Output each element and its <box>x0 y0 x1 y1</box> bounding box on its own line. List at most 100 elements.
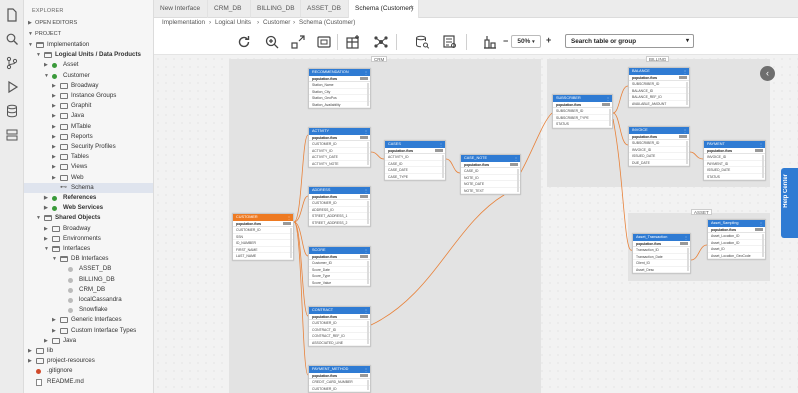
tree-item-shared-objects[interactable]: ▼ Shared Objects <box>24 213 153 223</box>
population-flow-row[interactable]: population.flow <box>309 194 370 200</box>
align-icon[interactable] <box>482 34 498 50</box>
table-header[interactable]: CONTRACT ⋮ <box>309 307 370 314</box>
breadcrumb-item[interactable]: Implementation <box>162 18 205 28</box>
search-icon[interactable] <box>5 32 19 46</box>
more-options-icon[interactable]: ⋮ <box>514 155 518 162</box>
more-options-icon[interactable]: ⋮ <box>683 68 687 75</box>
tree-item-readme-md[interactable]: README.md <box>24 377 153 387</box>
tree-item-broadway[interactable]: ▶ Broadway <box>24 81 153 91</box>
table-scrollbar[interactable] <box>686 82 688 105</box>
table-header[interactable]: Asset_Transaction ⋮ <box>633 234 690 241</box>
relationship-link[interactable] <box>370 151 385 160</box>
toggle-icons[interactable] <box>755 149 763 152</box>
more-options-icon[interactable]: ⋮ <box>683 127 687 134</box>
chevron-right-icon[interactable]: ▶ <box>52 326 56 336</box>
toggle-icons[interactable] <box>680 242 688 245</box>
table-field[interactable]: STATUS <box>704 174 765 180</box>
toggle-icons[interactable] <box>679 76 687 79</box>
chevron-down-icon[interactable]: ▼ <box>28 40 33 50</box>
graph-icon[interactable] <box>373 34 389 50</box>
population-flow-row[interactable]: population.flow <box>708 227 765 233</box>
more-options-icon[interactable]: ⋮ <box>364 187 368 194</box>
tree-item-asset-db[interactable]: ASSET_DB <box>24 264 153 274</box>
table-scrollbar[interactable] <box>762 234 764 257</box>
tab-new-interface[interactable]: New Interface <box>154 0 208 18</box>
table-scrollbar[interactable] <box>367 201 369 224</box>
more-options-icon[interactable]: ⋮ <box>439 141 443 148</box>
relationship-link[interactable] <box>612 112 629 146</box>
table-field[interactable]: ACTIVITY_NOTE <box>309 161 370 167</box>
table-header[interactable]: Asset_Sampling ⋮ <box>708 220 765 227</box>
population-flow-row[interactable]: population.flow <box>309 254 370 260</box>
table-scrollbar[interactable] <box>367 380 369 390</box>
table-scrollbar[interactable] <box>609 109 611 126</box>
tree-item-localcassandra[interactable]: localCassandra <box>24 295 153 305</box>
population-flow-row[interactable]: population.flow <box>461 162 520 168</box>
population-flow-row[interactable]: population.flow <box>309 373 370 379</box>
population-flow-row[interactable]: population.flow <box>553 102 612 108</box>
tree-item-logical-units-data-products[interactable]: ▼ Logical Units / Data Products <box>24 50 153 60</box>
table-scrollbar[interactable] <box>367 321 369 344</box>
table-balance[interactable]: BALANCE ⋮ population.flow SUBSCRIBER_ID BALA… <box>628 67 690 108</box>
population-flow-row[interactable]: population.flow <box>385 148 445 154</box>
table-scrollbar[interactable] <box>290 228 292 258</box>
database-query-icon[interactable] <box>414 34 430 50</box>
population-flow-row[interactable]: population.flow <box>309 76 370 82</box>
tab-billing-db[interactable]: BILLING_DB <box>251 0 301 18</box>
table-header[interactable]: CASE_NOTE ⋮ <box>461 155 520 162</box>
add-table-icon[interactable] <box>345 34 361 50</box>
collapse-panel-button[interactable]: ‹ <box>760 66 775 81</box>
more-options-icon[interactable]: ⋮ <box>606 95 610 102</box>
tree-item-web-services[interactable]: ▶ Web Services <box>24 203 153 213</box>
close-icon[interactable]: × <box>410 0 414 18</box>
run-debug-icon[interactable] <box>5 80 19 94</box>
table-score[interactable]: SCORE ⋮ population.flow Customer_ID Score_Da… <box>308 246 371 287</box>
table-asset-transaction[interactable]: Asset_Transaction ⋮ population.flow Transac… <box>632 233 691 274</box>
search-table-or-group-select[interactable]: Search table or group ▾ <box>565 34 694 48</box>
tree-item-billing-db[interactable]: BILLING_DB <box>24 275 153 285</box>
population-flow-row[interactable]: population.flow <box>309 135 370 141</box>
table-recommendation[interactable]: RECOMMENDATION ⋮ population.flow Station_Na… <box>308 68 371 109</box>
tree-item-references[interactable]: ▶ References <box>24 193 153 203</box>
tab-crm-db[interactable]: CRM_DB <box>208 0 251 18</box>
more-options-icon[interactable]: ⋮ <box>364 128 368 135</box>
tree-item-customer[interactable]: ▼ Customer <box>24 71 153 81</box>
table-activity[interactable]: ACTIVITY ⋮ population.flow CUSTOMER_ID ACTIV… <box>308 127 371 168</box>
relationship-link[interactable] <box>293 195 309 223</box>
chevron-right-icon[interactable]: ▶ <box>44 336 48 346</box>
table-address[interactable]: ADDRESS ⋮ population.flow CUSTOMER_ID ADDRES… <box>308 186 371 227</box>
table-scrollbar[interactable] <box>687 248 689 271</box>
chevron-right-icon[interactable]: ▶ <box>52 162 56 172</box>
files-icon[interactable] <box>5 8 19 22</box>
tree-item-generic-interfaces[interactable]: ▶ Generic Interfaces <box>24 315 153 325</box>
toggle-icons[interactable] <box>679 135 687 138</box>
relationship-link[interactable] <box>612 85 629 114</box>
toggle-icons[interactable] <box>602 103 610 106</box>
tab-asset-db[interactable]: ASSET_DB <box>301 0 349 18</box>
tree-item-crm-db[interactable]: CRM_DB <box>24 285 153 295</box>
tree-item-lib[interactable]: ▶ lib <box>24 346 153 356</box>
more-options-icon[interactable]: ⋮ <box>364 307 368 314</box>
table-payment-method[interactable]: PAYMENT_METHOD ⋮ population.flow CREDIT_CAR… <box>308 365 371 393</box>
chevron-down-icon[interactable]: ▼ <box>44 71 49 81</box>
chevron-right-icon[interactable]: ▶ <box>52 122 56 132</box>
tree-item-reports[interactable]: ▶ Reports <box>24 132 153 142</box>
chevron-right-icon[interactable]: ▶ <box>44 60 48 70</box>
table-field[interactable]: STREET_ADDRESS_2 <box>309 220 370 226</box>
table-field[interactable]: DUE_DATE <box>629 160 689 166</box>
breadcrumb-item[interactable]: Logical Units <box>215 18 251 28</box>
toggle-icons[interactable] <box>360 77 368 80</box>
toggle-icons[interactable] <box>360 136 368 139</box>
chevron-right-icon[interactable]: ▶ <box>28 346 32 356</box>
more-options-icon[interactable]: ⋮ <box>364 247 368 254</box>
chevron-right-icon[interactable]: ▶ <box>44 203 48 213</box>
source-control-icon[interactable] <box>5 56 19 70</box>
table-field[interactable]: LAST_NAME <box>233 253 293 260</box>
population-flow-row[interactable]: population.flow <box>309 314 370 320</box>
table-scrollbar[interactable] <box>686 141 688 164</box>
more-options-icon[interactable]: ⋮ <box>364 69 368 76</box>
breadcrumb-item[interactable]: Schema (Customer) <box>299 18 355 28</box>
table-header[interactable]: PAYMENT ⋮ <box>704 141 765 148</box>
table-field[interactable]: STATUS <box>553 121 612 128</box>
group-icon[interactable] <box>316 34 332 50</box>
